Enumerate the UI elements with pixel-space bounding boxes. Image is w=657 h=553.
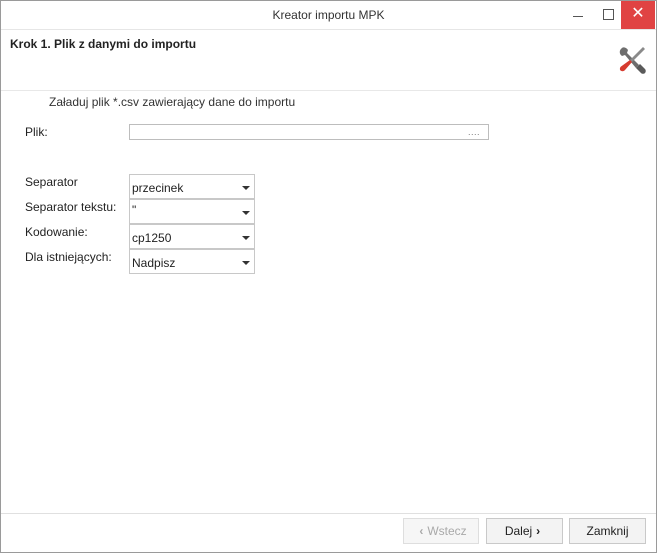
encoding-value: cp1250 [132, 231, 172, 245]
step-title: Krok 1. Plik z danymi do importu [10, 37, 197, 51]
close-icon: ✕ [631, 5, 645, 22]
close-window-button[interactable]: ✕ [621, 1, 655, 29]
minimize-button[interactable] [565, 1, 591, 29]
separator-label: Separator [25, 175, 78, 189]
chevron-down-icon [242, 211, 250, 215]
minimize-icon [573, 16, 583, 17]
wizard-header: Krok 1. Plik z danymi do importu [1, 30, 656, 91]
close-label: Zamknij [586, 524, 629, 538]
text-separator-select[interactable]: " [129, 199, 255, 224]
chevron-down-icon [242, 186, 250, 190]
back-button[interactable]: ‹ Wstecz [403, 518, 479, 544]
close-button[interactable]: Zamknij [569, 518, 646, 544]
tools-icon [619, 47, 646, 74]
encoding-label: Kodowanie: [25, 225, 88, 239]
next-label: Dalej [504, 524, 533, 538]
back-label: Wstecz [427, 524, 467, 538]
file-input[interactable]: .... [129, 124, 489, 140]
import-wizard-window: Kreator importu MPK ✕ Krok 1. Plik z dan… [0, 0, 657, 553]
wizard-footer: ‹ Wstecz Dalej › Zamknij [1, 513, 656, 552]
window-title: Kreator importu MPK [272, 8, 385, 22]
text-separator-label: Separator tekstu: [25, 200, 117, 214]
maximize-icon [603, 9, 614, 20]
text-separator-value: " [132, 203, 137, 217]
existing-label: Dla istniejących: [25, 250, 112, 264]
browse-button[interactable]: .... [468, 127, 480, 137]
encoding-select[interactable]: cp1250 [129, 224, 255, 249]
existing-value: Nadpisz [132, 256, 176, 270]
instruction-text: Załaduj plik *.csv zawierający dane do i… [49, 95, 296, 109]
chevron-right-icon: › [536, 524, 541, 538]
chevron-left-icon: ‹ [419, 524, 424, 538]
chevron-down-icon [242, 261, 250, 265]
file-label: Plik: [25, 125, 48, 139]
next-button[interactable]: Dalej › [486, 518, 563, 544]
separator-select[interactable]: przecinek [129, 174, 255, 199]
maximize-button[interactable] [595, 1, 621, 29]
chevron-down-icon [242, 236, 250, 240]
existing-select[interactable]: Nadpisz [129, 249, 255, 274]
title-bar[interactable]: Kreator importu MPK ✕ [1, 1, 656, 30]
separator-value: przecinek [132, 181, 184, 195]
